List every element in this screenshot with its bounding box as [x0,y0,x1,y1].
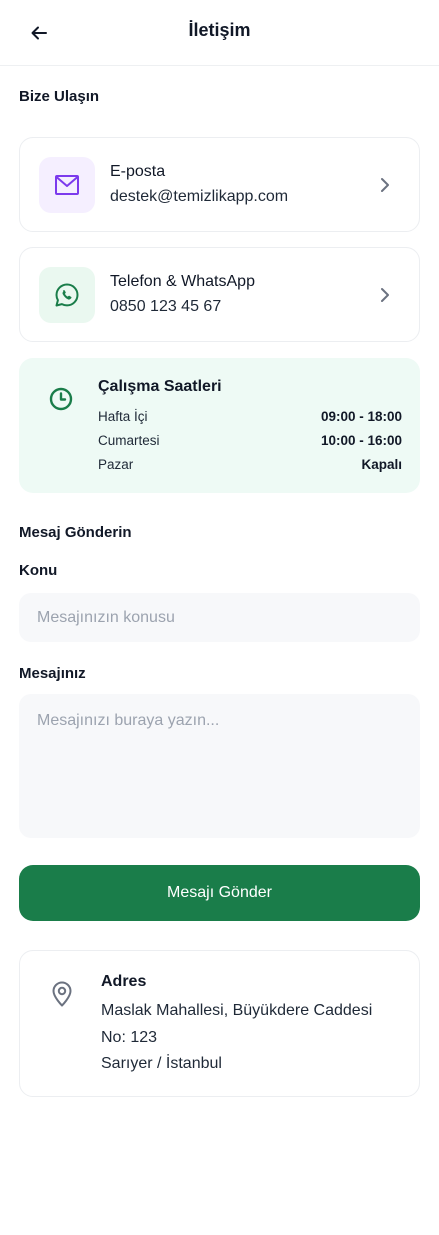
hours-row-saturday: Cumartesi 10:00 - 16:00 [98,433,402,448]
email-icon-box [39,157,95,213]
subject-input[interactable] [19,593,420,642]
subject-label: Konu [19,562,58,579]
hours-time: 09:00 - 18:00 [320,409,402,424]
phone-label: Telefon & WhatsApp [110,273,255,290]
chevron-right-icon [381,288,389,302]
chevron-right-icon [381,178,389,192]
phone-value: 0850 123 45 67 [110,298,222,315]
email-label: E-posta [110,163,166,180]
message-textarea[interactable] [19,694,420,838]
whatsapp-icon-box [39,267,95,323]
whatsapp-icon [55,283,79,307]
hours-time: Kapalı [361,457,402,472]
phone-contact-card[interactable]: Telefon & WhatsApp 0850 123 45 67 [19,247,420,342]
message-section-title: Mesaj Gönderin [19,524,132,541]
hours-title: Çalışma Saatleri [98,378,222,395]
hours-day: Hafta İçi [98,409,148,424]
app-header: İletişim [0,0,439,66]
hours-time: 10:00 - 16:00 [320,433,402,448]
message-label: Mesajınız [19,665,86,682]
address-line: No: 123 [101,1029,158,1046]
hours-day: Cumartesi [98,433,160,448]
address-line: Sarıyer / İstanbul [101,1055,222,1072]
address-title: Adres [101,973,147,990]
hours-row-weekday: Hafta İçi 09:00 - 18:00 [98,409,402,424]
map-pin-icon [52,981,72,1007]
hours-day: Pazar [98,457,134,472]
address-line: Maslak Mahallesi, Büyükdere Caddesi [101,1002,373,1019]
contact-section-title: Bize Ulaşın [19,88,100,105]
send-message-button[interactable]: Mesajı Gönder [19,865,420,921]
working-hours-card: Çalışma Saatleri Hafta İçi 09:00 - 18:00… [19,358,420,493]
mail-icon [55,175,79,195]
hours-row-sunday: Pazar Kapalı [98,457,402,472]
email-contact-card[interactable]: E-posta destek@temizlikapp.com [19,137,420,232]
clock-icon [49,387,73,411]
address-card: Adres Maslak Mahallesi, Büyükdere Caddes… [19,950,420,1097]
email-value: destek@temizlikapp.com [110,188,289,205]
page-title: İletişim [188,20,251,40]
